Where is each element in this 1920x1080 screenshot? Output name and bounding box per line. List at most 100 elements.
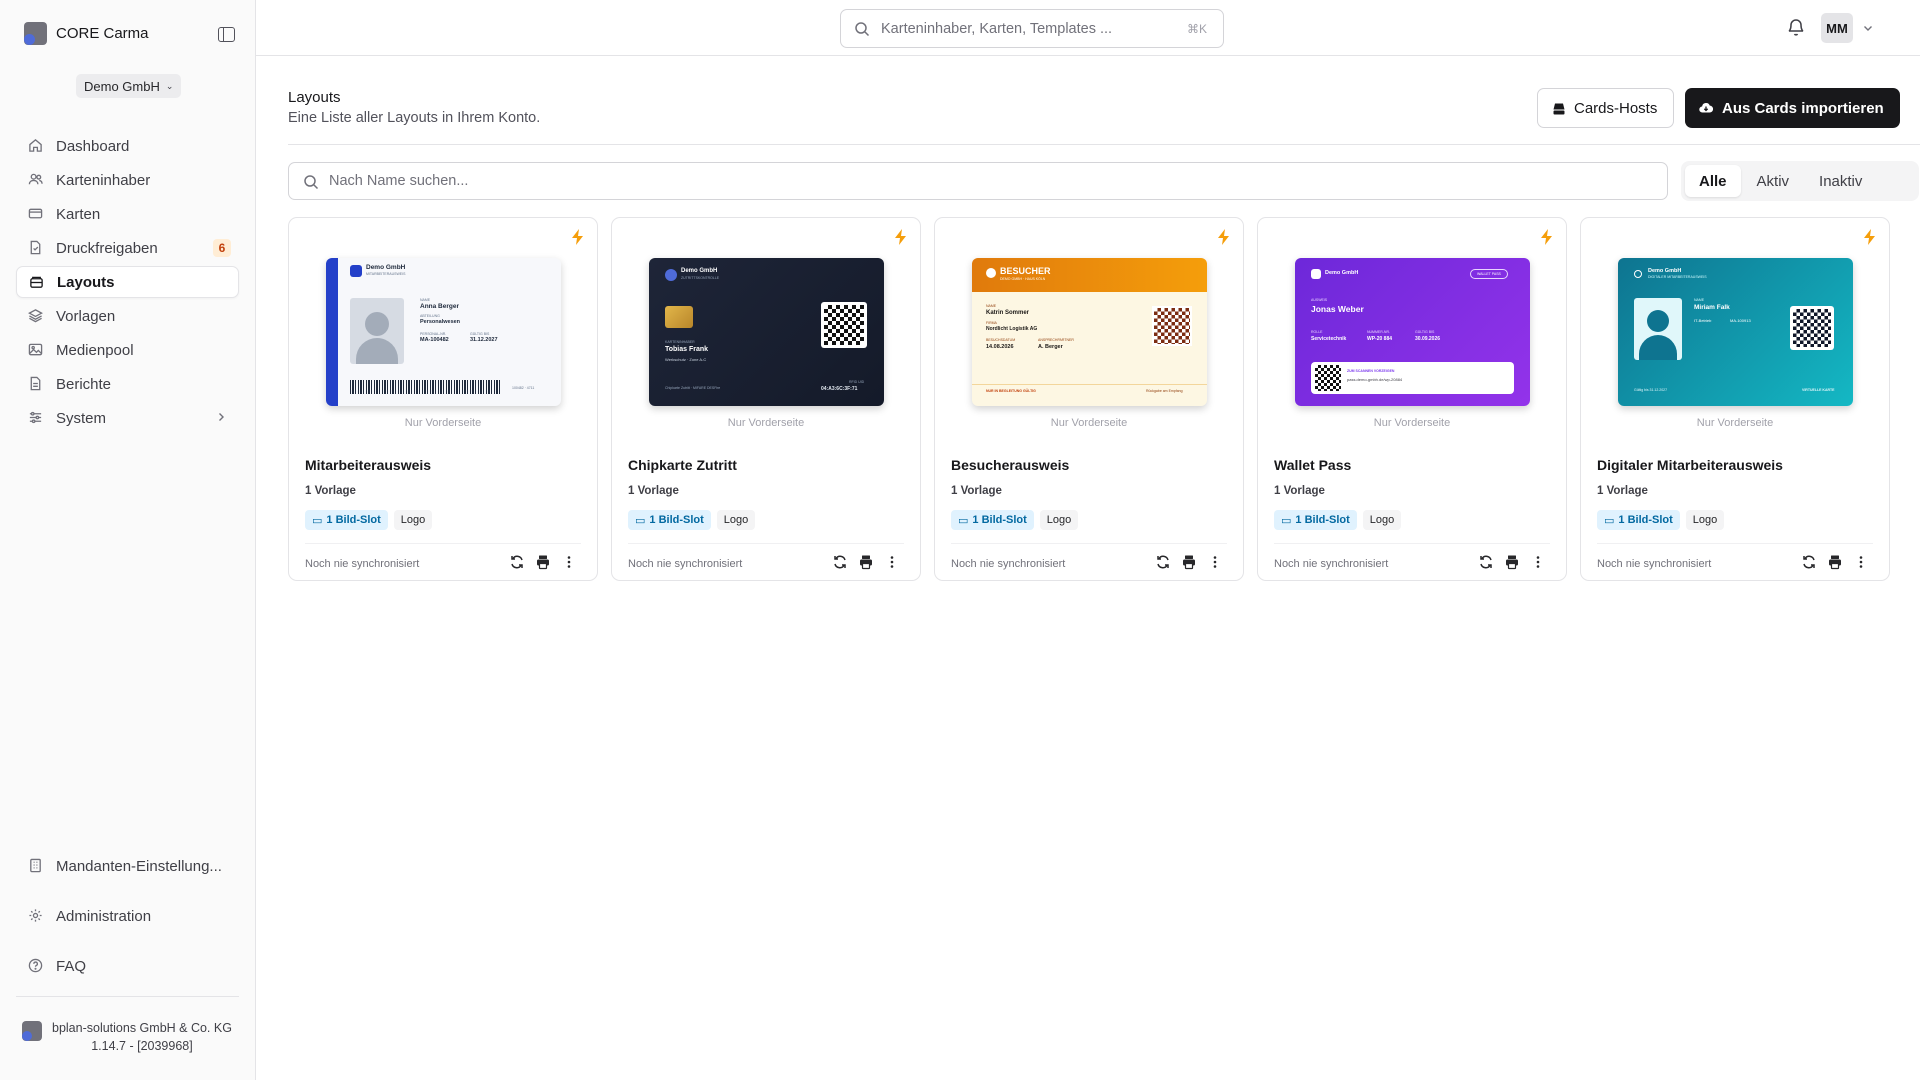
printer-icon[interactable] [1827, 554, 1843, 570]
template-count: 1 Vorlage [305, 485, 356, 497]
layout-name: Mitarbeiterausweis [305, 457, 432, 473]
badge-label: 1 Bild-Slot [1295, 514, 1350, 526]
more-vertical-icon[interactable] [884, 554, 900, 570]
status-filter: Alle Aktiv Inaktiv [1681, 161, 1919, 201]
divider [951, 543, 1227, 544]
sidebar-toggle-icon[interactable] [218, 27, 235, 42]
nav-item-vorlagen[interactable]: Vorlagen [16, 300, 239, 332]
side-label: Nur Vorderseite [727, 417, 805, 429]
sync-icon[interactable] [1155, 554, 1171, 570]
import-from-cards-button[interactable]: Aus Cards importieren [1685, 88, 1900, 128]
preview-label: PERSONAL-NR. [420, 332, 447, 336]
sync-icon[interactable] [1801, 554, 1817, 570]
divider [16, 996, 239, 997]
company-name: bplan-solutions GmbH & Co. KG [52, 1021, 232, 1035]
chip-icon [665, 306, 693, 328]
tab-inaktiv[interactable]: Inaktiv [1805, 165, 1876, 197]
nav-item-karten[interactable]: Karten [16, 198, 239, 230]
sync-icon[interactable] [509, 554, 525, 570]
preview-name: Tobias Frank [665, 346, 709, 353]
layout-name: Wallet Pass [1274, 457, 1352, 473]
tenant-name: Demo GmbH [84, 78, 160, 94]
card-preview: Demo GmbH ZUTRITTSKONTROLLE KARTENINHABE… [649, 258, 884, 406]
nav-item-faq[interactable]: FAQ [16, 950, 239, 982]
preview-label: NAME [420, 298, 431, 302]
nav-item-druckfreigaben[interactable]: Druckfreigaben 6 [16, 232, 239, 264]
printer-icon[interactable] [858, 554, 874, 570]
layout-card[interactable]: Demo GmbH MITARBEITERAUSWEIS NAME Anna B… [288, 217, 598, 581]
tab-aktiv[interactable]: Aktiv [1743, 165, 1804, 197]
nav-label: System [56, 409, 107, 427]
tenant-switcher[interactable]: Demo GmbH ⌄ [76, 74, 182, 98]
button-label: Aus Cards importieren [1722, 99, 1884, 117]
badge-label: 1 Bild-Slot [1618, 514, 1673, 526]
topbar: Karteninhaber, Karten, Templates ... ⌘K … [256, 0, 1920, 56]
logo-badge: Logo [1362, 510, 1402, 530]
bell-icon[interactable] [1786, 17, 1806, 37]
nav-item-system[interactable]: System [16, 402, 239, 434]
printer-icon[interactable] [1504, 554, 1520, 570]
layout-card[interactable]: BESUCHER DEMO GMBH · HAUS KÖLN NAME Katr… [934, 217, 1244, 581]
sync-icon[interactable] [832, 554, 848, 570]
layout-card[interactable]: Demo GmbH ZUTRITTSKONTROLLE KARTENINHABE… [611, 217, 921, 581]
preview-label: GÜLTIG BIS [1415, 330, 1435, 334]
badge-label: 1 Bild-Slot [649, 514, 704, 526]
divider [288, 144, 1920, 145]
printer-icon[interactable] [535, 554, 551, 570]
template-count: 1 Vorlage [951, 485, 1002, 497]
nav-item-medienpool[interactable]: Medienpool [16, 334, 239, 366]
shortcut-hint: ⌘K [1186, 22, 1207, 36]
preview-label: FIRMA [986, 321, 997, 325]
nav-item-berichte[interactable]: Berichte [16, 368, 239, 400]
qr-code [1315, 365, 1341, 391]
bolt-icon [572, 229, 583, 245]
more-vertical-icon[interactable] [561, 554, 577, 570]
chevron-down-icon[interactable] [1862, 22, 1874, 34]
preview-name: Jonas Weber [1311, 304, 1364, 314]
more-vertical-icon[interactable] [1853, 554, 1869, 570]
nav-item-karteninhaber[interactable]: Karteninhaber [16, 164, 239, 196]
divider [1274, 543, 1550, 544]
footer-brand: bplan-solutions GmbH & Co. KG 1.14.7 - [… [22, 1019, 242, 1055]
nav-label: Karteninhaber [56, 171, 151, 189]
brand[interactable]: CORE Carma [24, 22, 149, 45]
image-icon: ▭ [958, 514, 969, 527]
gear-icon [29, 909, 42, 922]
preview-url: pass.demo-gmbh.de/wp-20884 [1347, 377, 1403, 382]
nav-item-administration[interactable]: Administration [16, 900, 239, 932]
nav-label: Mandanten-Einstellung... [56, 857, 222, 875]
layout-card[interactable]: Demo GmbH WALLET PASS AUSWEIS Jonas Webe… [1257, 217, 1567, 581]
nav-item-dashboard[interactable]: Dashboard [16, 130, 239, 162]
layout-grid: Demo GmbH MITARBEITERAUSWEIS NAME Anna B… [288, 217, 1890, 581]
preview-footer: VIRTUELLE KARTE [1802, 388, 1835, 392]
user-avatar[interactable]: MM [1821, 13, 1853, 43]
cards-hosts-button[interactable]: Cards-Hosts [1537, 88, 1675, 128]
nav-item-layouts[interactable]: Layouts [16, 266, 239, 298]
home-icon [29, 139, 42, 152]
preview-name: Miriam Falk [1694, 304, 1730, 311]
app-name: CORE Carma [56, 25, 149, 42]
global-search-input[interactable]: Karteninhaber, Karten, Templates ... ⌘K [840, 9, 1224, 48]
search-icon [304, 175, 319, 190]
layout-card[interactable]: Demo GmbH DIGITALER MITARBEITERAUSWEIS N… [1580, 217, 1890, 581]
help-circle-icon [28, 958, 43, 973]
sync-icon[interactable] [1478, 554, 1494, 570]
preview-label: NAME [1694, 298, 1705, 302]
image-icon: ▭ [635, 514, 646, 527]
nav-item-tenant-settings[interactable]: Mandanten-Einstellung... [16, 850, 239, 882]
chevron-down-icon: ⌄ [165, 80, 174, 91]
more-vertical-icon[interactable] [1530, 554, 1546, 570]
preview-company: Demo GmbH [1325, 270, 1359, 276]
tab-alle[interactable]: Alle [1685, 165, 1741, 197]
card-preview: BESUCHER DEMO GMBH · HAUS KÖLN NAME Katr… [972, 258, 1207, 406]
template-count: 1 Vorlage [628, 485, 679, 497]
name-search-input[interactable]: Nach Name suchen... [288, 162, 1668, 200]
preview-label: NUMMER-NR. [1367, 330, 1390, 334]
company-logo [22, 1021, 42, 1041]
preview-tag: WALLET PASS [1470, 269, 1508, 279]
preview-valid: 30.09.2026 [1415, 336, 1441, 342]
more-vertical-icon[interactable] [1207, 554, 1223, 570]
file-text-icon [30, 376, 41, 391]
server-icon [1553, 103, 1565, 115]
printer-icon[interactable] [1181, 554, 1197, 570]
